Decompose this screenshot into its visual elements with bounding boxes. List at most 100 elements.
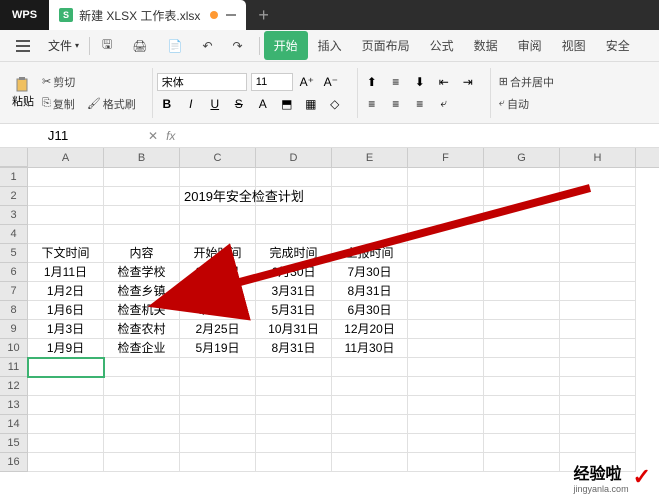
font-color-button[interactable]: A — [253, 94, 273, 114]
col-header-b[interactable]: B — [104, 148, 180, 167]
cell[interactable] — [104, 225, 180, 244]
italic-button[interactable]: I — [181, 94, 201, 114]
cell[interactable] — [332, 225, 408, 244]
row-header[interactable]: 10 — [0, 339, 28, 358]
cell[interactable] — [180, 358, 256, 377]
cell[interactable] — [104, 434, 180, 453]
cell[interactable] — [104, 453, 180, 472]
cell[interactable] — [408, 263, 484, 282]
cell[interactable] — [560, 263, 636, 282]
selected-cell[interactable] — [28, 358, 104, 377]
tab-home[interactable]: 开始 — [264, 31, 308, 60]
row-header[interactable]: 7 — [0, 282, 28, 301]
row-header[interactable]: 1 — [0, 168, 28, 187]
cell[interactable] — [104, 415, 180, 434]
align-middle-icon[interactable]: ≡ — [386, 72, 406, 92]
cell[interactable] — [408, 320, 484, 339]
cell[interactable] — [408, 396, 484, 415]
cell[interactable] — [28, 434, 104, 453]
title-cell[interactable]: 2019年安全检查计划 — [180, 187, 256, 206]
increase-font-icon[interactable]: A⁺ — [297, 72, 317, 92]
cell[interactable] — [484, 282, 560, 301]
row-header[interactable]: 15 — [0, 434, 28, 453]
data-cell[interactable]: 检查企业 — [104, 339, 180, 358]
clear-format-button[interactable]: ◇ — [325, 94, 345, 114]
cell[interactable] — [560, 320, 636, 339]
data-cell[interactable]: 2月10日 — [180, 263, 256, 282]
cell[interactable] — [408, 225, 484, 244]
cell[interactable] — [560, 377, 636, 396]
document-tab[interactable]: S 新建 XLSX 工作表.xlsx — [49, 0, 246, 30]
cell[interactable] — [408, 168, 484, 187]
data-cell[interactable]: 11月30日 — [332, 339, 408, 358]
col-header-f[interactable]: F — [408, 148, 484, 167]
cell[interactable] — [28, 225, 104, 244]
cell[interactable] — [560, 301, 636, 320]
data-cell[interactable]: 1月2日 — [28, 282, 104, 301]
col-header-a[interactable]: A — [28, 148, 104, 167]
data-cell[interactable]: 检查农村 — [104, 320, 180, 339]
cell[interactable] — [408, 301, 484, 320]
data-cell[interactable]: 7月30日 — [332, 263, 408, 282]
cell[interactable] — [332, 358, 408, 377]
underline-button[interactable]: U — [205, 94, 225, 114]
data-cell[interactable]: 1月3日 — [28, 320, 104, 339]
cell[interactable] — [180, 168, 256, 187]
undo-icon[interactable]: ↶ — [194, 35, 220, 57]
indent-right-icon[interactable]: ⇥ — [458, 72, 478, 92]
fx-icon[interactable]: fx — [166, 129, 175, 143]
merge-button[interactable]: ⊞ 合并居中 — [495, 72, 558, 92]
cell[interactable] — [484, 187, 560, 206]
col-header-h[interactable]: H — [560, 148, 636, 167]
cell[interactable] — [332, 187, 408, 206]
data-cell[interactable]: 检查乡镇 — [104, 282, 180, 301]
cell[interactable] — [104, 396, 180, 415]
cell[interactable] — [560, 206, 636, 225]
cell[interactable] — [256, 453, 332, 472]
cell[interactable] — [104, 358, 180, 377]
data-cell[interactable]: 10月31日 — [256, 320, 332, 339]
cell[interactable] — [180, 396, 256, 415]
cell[interactable] — [484, 301, 560, 320]
cell[interactable] — [28, 206, 104, 225]
preview-icon[interactable]: 📄 — [160, 35, 191, 57]
data-cell[interactable]: 检查学校 — [104, 263, 180, 282]
tab-minimize-icon[interactable] — [226, 14, 236, 16]
cell[interactable] — [332, 453, 408, 472]
cell[interactable] — [28, 415, 104, 434]
cell[interactable] — [180, 206, 256, 225]
row-header[interactable]: 2 — [0, 187, 28, 206]
row-header[interactable]: 14 — [0, 415, 28, 434]
autowrap-button[interactable]: ⤶ 自动 — [495, 94, 558, 114]
cell[interactable] — [332, 396, 408, 415]
cell[interactable] — [256, 206, 332, 225]
cell[interactable] — [408, 415, 484, 434]
row-header[interactable]: 6 — [0, 263, 28, 282]
cut-button[interactable]: ✂ 剪切 — [38, 72, 140, 92]
cell[interactable] — [484, 358, 560, 377]
align-top-icon[interactable]: ⬆ — [362, 72, 382, 92]
file-menu[interactable]: 文件 ▾ — [42, 33, 85, 58]
align-center-icon[interactable]: ≡ — [386, 94, 406, 114]
cell[interactable] — [484, 263, 560, 282]
cell[interactable] — [28, 187, 104, 206]
cell[interactable] — [104, 377, 180, 396]
decrease-font-icon[interactable]: A⁻ — [321, 72, 341, 92]
cell[interactable] — [256, 396, 332, 415]
print-icon[interactable]: 🖨 — [124, 35, 155, 57]
cell[interactable] — [332, 206, 408, 225]
row-header[interactable]: 9 — [0, 320, 28, 339]
font-size-select[interactable] — [251, 73, 293, 91]
cell[interactable] — [484, 377, 560, 396]
indent-left-icon[interactable]: ⇤ — [434, 72, 454, 92]
header-cell[interactable]: 内容 — [104, 244, 180, 263]
data-cell[interactable]: 1月30日 — [180, 282, 256, 301]
cell[interactable] — [560, 396, 636, 415]
align-bottom-icon[interactable]: ⬇ — [410, 72, 430, 92]
align-right-icon[interactable]: ≡ — [410, 94, 430, 114]
cell[interactable] — [332, 434, 408, 453]
cell[interactable] — [484, 206, 560, 225]
cell[interactable] — [28, 168, 104, 187]
data-cell[interactable]: 1月6日 — [28, 301, 104, 320]
tab-formula[interactable]: 公式 — [420, 31, 464, 60]
